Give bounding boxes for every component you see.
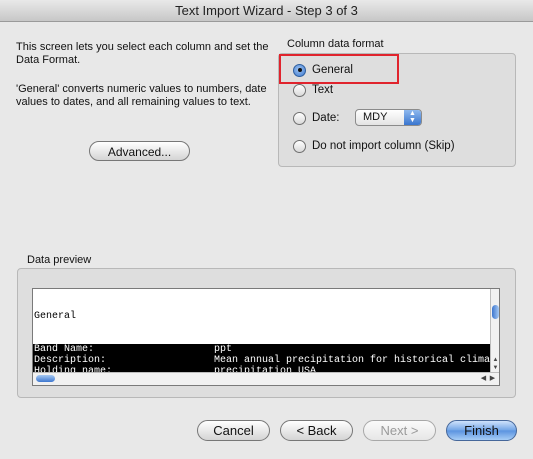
data-preview-pane[interactable]: General Band Name: ppt Description: Mean an… (32, 288, 500, 386)
finish-button[interactable]: Finish (446, 420, 517, 441)
radio-unselected-icon[interactable] (293, 111, 306, 125)
updown-arrows-icon: ▲ ▼ (404, 110, 421, 125)
description-general: 'General' converts numeric values to num… (16, 83, 267, 108)
cancel-button[interactable]: Cancel (197, 420, 270, 441)
radio-text[interactable]: Text (293, 83, 333, 97)
preview-field-value: ppt (214, 344, 233, 355)
preview-row: Band Name: ppt (33, 344, 492, 355)
radio-text-label: Text (312, 84, 334, 96)
date-order-select[interactable]: MDY ▲ ▼ (355, 109, 422, 126)
window-title: Text Import Wizard - Step 3 of 3 (0, 0, 533, 22)
advanced-button[interactable]: Advanced... (89, 141, 190, 161)
scroll-left-icon[interactable]: ◀ (479, 373, 488, 385)
preview-field-name: Description: (34, 355, 107, 366)
radio-unselected-icon[interactable] (293, 139, 306, 153)
scroll-thumb[interactable] (36, 375, 55, 382)
preview-field-name: Band Name: (34, 344, 95, 355)
preview-row: Description: Mean annual precipitation fo… (33, 355, 492, 366)
horizontal-scrollbar[interactable]: ◀ ▶ (33, 372, 499, 385)
scroll-right-icon[interactable]: ▶ (488, 373, 497, 385)
preview-table: General Band Name: ppt Description: Mean an… (33, 289, 492, 373)
vertical-scrollbar[interactable]: ▲ ▼ (490, 289, 499, 373)
radio-date-label: Date: (312, 112, 340, 124)
next-button[interactable]: Next > (363, 420, 436, 441)
data-preview-label: Data preview (27, 254, 92, 266)
back-button[interactable]: < Back (280, 420, 353, 441)
preview-field-value: Mean annual precipitation for historical… (214, 355, 491, 366)
highlight-box (279, 54, 399, 84)
column-header[interactable]: General (33, 311, 492, 322)
radio-skip[interactable]: Do not import column (Skip) (293, 139, 455, 153)
column-format-label: Column data format (287, 38, 384, 50)
description-intro: This screen lets you select each column … (16, 41, 269, 66)
date-order-value: MDY (363, 111, 388, 123)
radio-unselected-icon[interactable] (293, 83, 306, 97)
scroll-up-icon[interactable]: ▲ (491, 356, 499, 364)
scroll-down-icon[interactable]: ▼ (491, 364, 499, 372)
radio-skip-label: Do not import column (Skip) (312, 140, 455, 152)
radio-date[interactable]: Date: (293, 111, 340, 125)
scroll-thumb[interactable] (492, 305, 499, 319)
